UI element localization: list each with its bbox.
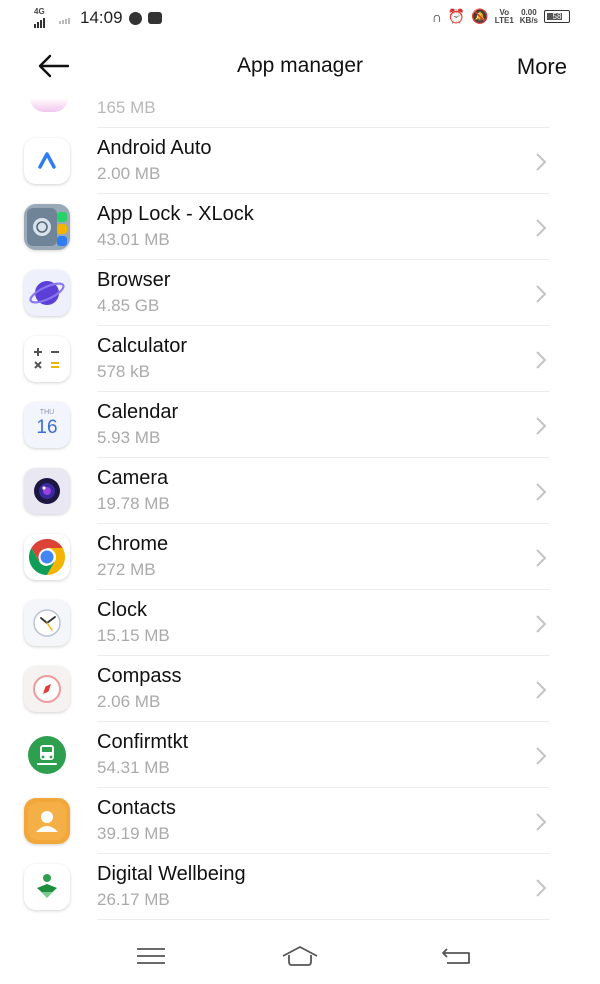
chevron-right-icon: [536, 681, 547, 699]
contacts-icon: [24, 798, 70, 844]
chevron-right-icon: [536, 747, 547, 765]
list-item-name: Contacts: [97, 797, 176, 819]
page-title: App manager: [236, 54, 364, 77]
list-item-camera[interactable]: Camera 19.78 MB: [0, 458, 600, 524]
list-item-size: 165 MB: [97, 98, 156, 117]
app-lock-icon: [24, 204, 70, 250]
chrome-icon: [24, 534, 70, 580]
list-item-size: 26.17 MB: [97, 890, 170, 909]
navigation-bar: [0, 925, 600, 984]
battery-icon: 58: [544, 10, 570, 23]
calendar-icon-date: 16: [36, 417, 58, 438]
battery-level: 58: [552, 12, 562, 21]
calendar-icon-day: THU: [39, 409, 55, 416]
compass-icon: [24, 666, 70, 712]
calculator-icon: [24, 336, 70, 382]
list-item-app-lock[interactable]: App Lock - XLock 43.01 MB: [0, 194, 600, 260]
status-time: 14:09: [80, 8, 123, 27]
headphones-icon: ∩: [431, 8, 442, 25]
list-item-name: Android Auto: [97, 137, 212, 159]
list-item-size: 4.85 GB: [97, 296, 160, 315]
list-item-clock[interactable]: Clock 15.15 MB: [0, 590, 600, 656]
lte-label: LTE1: [494, 15, 514, 25]
chevron-right-icon: [536, 285, 547, 303]
list-item-size: 19.78 MB: [97, 494, 170, 513]
chevron-right-icon: [536, 615, 547, 633]
list-item-digital-wellbeing[interactable]: Digital Wellbeing 26.17 MB: [0, 854, 600, 920]
chevron-right-icon: [536, 417, 547, 435]
list-item-size: 2.00 MB: [97, 164, 161, 183]
telegram-notification-icon: [128, 11, 142, 25]
alarm-icon: ⏰: [447, 8, 466, 24]
list-item-calculator[interactable]: Calculator 578 kB: [0, 326, 600, 392]
list-item-size: 578 kB: [97, 362, 150, 381]
list-item-compass[interactable]: Compass 2.06 MB: [0, 656, 600, 722]
list-item-name: Digital Wellbeing: [97, 863, 246, 885]
list-item-size: 15.15 MB: [97, 626, 170, 645]
list-item-name: Camera: [97, 467, 169, 489]
list-item-size: 2.06 MB: [97, 692, 161, 711]
list-item-size: 54.31 MB: [97, 758, 170, 777]
home-button[interactable]: [280, 943, 320, 969]
chevron-right-icon: [536, 879, 547, 897]
signal-sim2-icon: [59, 12, 70, 24]
chevron-right-icon: [536, 219, 547, 237]
menu-icon: [137, 948, 165, 964]
list-item-android-auto[interactable]: Android Auto 2.00 MB: [0, 128, 600, 194]
chevron-right-icon: [536, 483, 547, 501]
list-item-size: 43.01 MB: [97, 230, 170, 249]
clock-icon: [24, 600, 70, 646]
confirmtkt-icon: [24, 732, 70, 778]
back-nav-button[interactable]: [437, 943, 477, 969]
header: App manager More: [0, 36, 600, 98]
list-item-browser[interactable]: Browser 4.85 GB: [0, 260, 600, 326]
status-bar: 4G 14:09 ∩ ⏰ 🔕 Vo LTE1 0.00 KB/s 58: [0, 0, 600, 36]
return-icon: [442, 948, 470, 964]
digital-wellbeing-icon: [24, 864, 70, 910]
list-item-name: Confirmtkt: [97, 731, 189, 753]
list-item-name: Clock: [97, 599, 148, 621]
recents-button[interactable]: [131, 943, 171, 969]
home-icon: [282, 946, 318, 966]
list-item-calendar[interactable]: THU 16 Calendar 5.93 MB: [0, 392, 600, 458]
android-auto-icon: [24, 138, 70, 184]
mute-icon: 🔕: [471, 8, 489, 24]
list-item-name: Calendar: [97, 401, 179, 423]
list-item-name: Browser: [97, 269, 171, 291]
speed-unit: KB/s: [519, 15, 538, 25]
status-left: 4G 14:09: [34, 8, 162, 28]
status-right: ∩ ⏰ 🔕 Vo LTE1 0.00 KB/s 58: [432, 8, 570, 25]
network-type-label: 4G: [34, 7, 45, 16]
list-item-size: 39.19 MB: [97, 824, 170, 843]
list-item-name: Calculator: [97, 335, 188, 357]
divider: [97, 919, 550, 920]
list-item-size: 5.93 MB: [97, 428, 161, 447]
chevron-right-icon: [536, 351, 547, 369]
list-item-chrome[interactable]: Chrome 272 MB: [0, 524, 600, 590]
calendar-icon: THU 16: [24, 402, 70, 448]
signal-strength-icon: [34, 16, 45, 28]
youtube-notification-icon: [147, 12, 162, 24]
more-button[interactable]: More: [517, 54, 567, 80]
chevron-right-icon: [536, 153, 547, 171]
list-item-partial[interactable]: 165 MB: [0, 98, 600, 128]
list-item-size: 272 MB: [97, 560, 156, 579]
chevron-right-icon: [536, 549, 547, 567]
chevron-right-icon: [536, 813, 547, 831]
app-list[interactable]: 165 MB Android Auto 2.00 MB App Lock - X…: [0, 98, 600, 925]
camera-icon: [24, 468, 70, 514]
list-item-name: App Lock - XLock: [97, 203, 254, 225]
partial-app-icon: [30, 98, 68, 112]
list-item-confirmtkt[interactable]: Confirmtkt 54.31 MB: [0, 722, 600, 788]
list-item-contacts[interactable]: Contacts 39.19 MB: [0, 788, 600, 854]
list-item-name: Chrome: [97, 533, 169, 555]
browser-icon: [24, 270, 70, 316]
list-item-name: Compass: [97, 665, 182, 687]
